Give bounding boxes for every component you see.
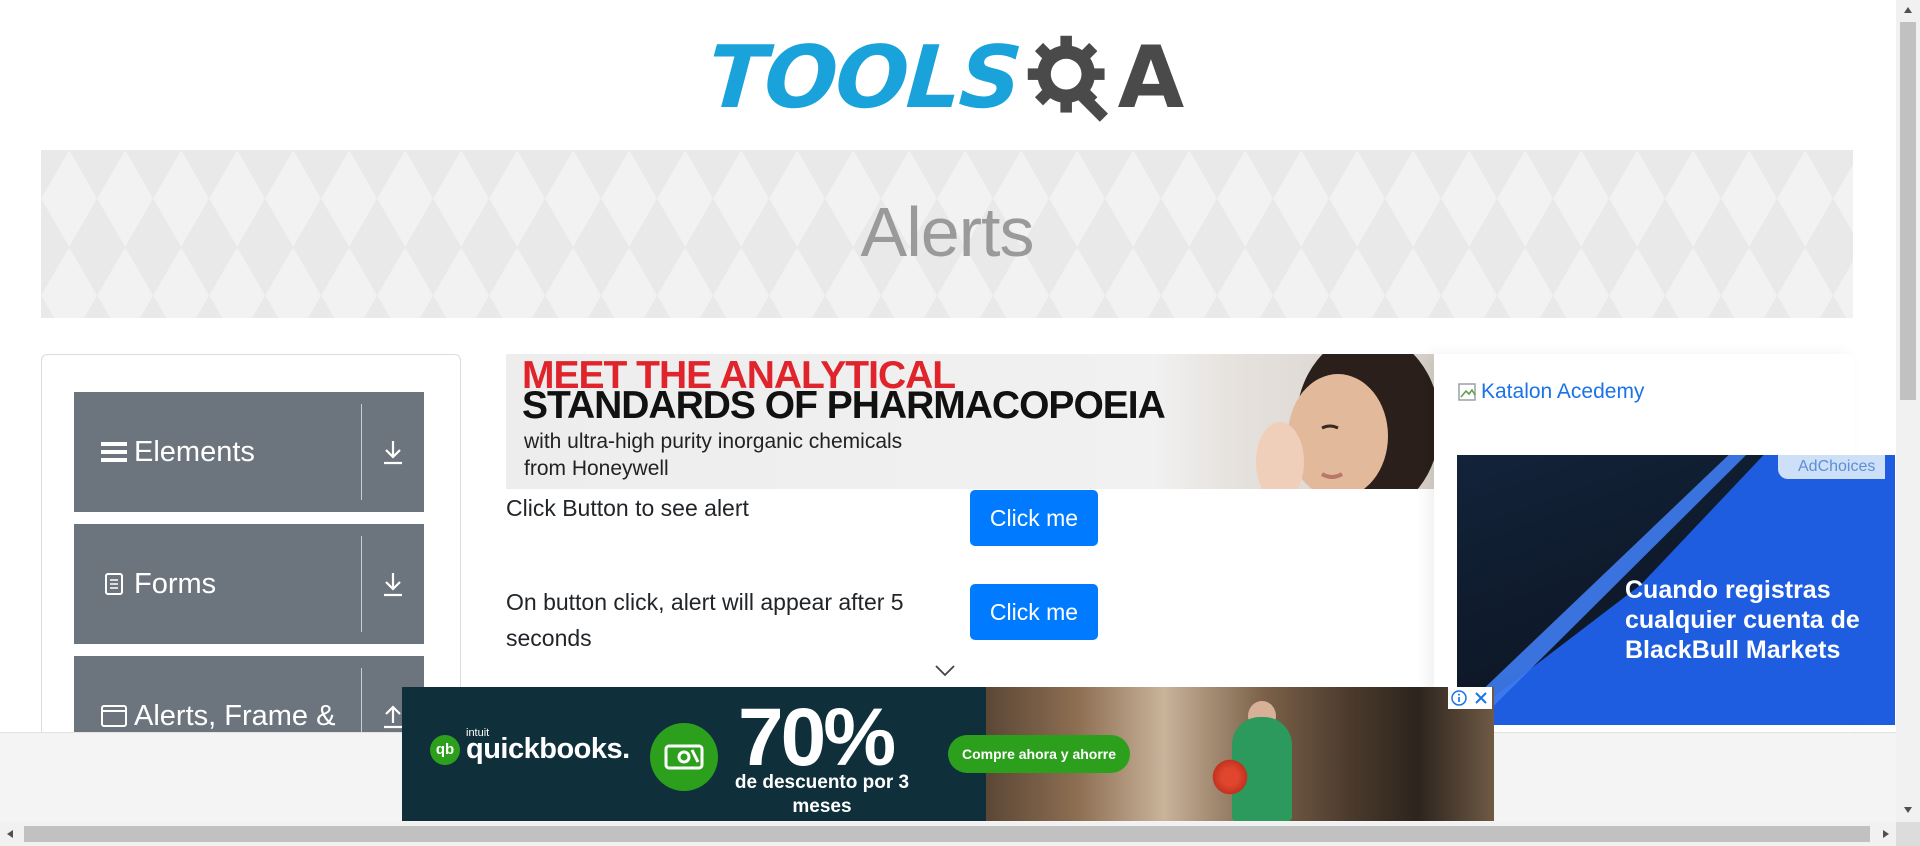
quickbooks-label: quickbooks. xyxy=(466,733,630,765)
scrollbar-corner xyxy=(1896,822,1920,846)
katalon-broken-image-link[interactable]: Katalon Acedemy xyxy=(1457,380,1644,404)
alert-button[interactable]: Click me xyxy=(970,490,1098,546)
group-label: Forms xyxy=(134,567,217,600)
ad-subtext-line-1: with ultra-high purity inorganic chemica… xyxy=(524,430,903,453)
ad-blackbull-markets[interactable]: Cuando registras cualquier cuenta de Bla… xyxy=(1457,455,1895,725)
ad-woman-photo xyxy=(1256,354,1434,489)
horizontal-scroll-thumb[interactable] xyxy=(24,826,1870,842)
page-title: Alerts xyxy=(860,193,1035,271)
download-icon[interactable] xyxy=(362,392,424,512)
download-icon[interactable] xyxy=(362,524,424,644)
group-header[interactable]: Forms xyxy=(74,524,362,644)
page-banner: Alerts xyxy=(41,150,1853,318)
discount-description: de descuento por 3 meses xyxy=(734,772,910,817)
toolsqa-logo[interactable]: TOOLS A xyxy=(704,22,1192,134)
chevron-down-icon[interactable] xyxy=(934,664,956,678)
alert-description-1: Click Button to see alert xyxy=(506,495,749,521)
qb-logo-icon: qb xyxy=(430,734,460,765)
ad-flowers xyxy=(1210,757,1250,797)
buy-now-button[interactable]: Compre ahora y ahorre xyxy=(948,735,1130,773)
scroll-left-arrow-icon[interactable] xyxy=(6,829,14,839)
ad-headline-2: STANDARDS OF PHARMACOPOEIA xyxy=(522,384,1166,427)
hamburger-icon xyxy=(100,438,128,466)
ad-info-icon[interactable] xyxy=(1448,687,1470,709)
logo-tools-text: TOOLS xyxy=(704,28,1024,128)
quickbooks-logo: qb intuit quickbooks. xyxy=(430,727,630,766)
group-label: Alerts, Frame & xyxy=(134,699,336,732)
vertical-scroll-thumb[interactable] xyxy=(1900,22,1916,400)
window-icon xyxy=(100,702,128,730)
intuit-label: intuit xyxy=(466,727,490,739)
ad-quickbooks[interactable]: qb intuit quickbooks. 70% de descuento p… xyxy=(402,687,1494,821)
timer-alert-description: On button click, alert will appear after… xyxy=(506,589,904,651)
scroll-up-arrow-icon[interactable] xyxy=(1903,6,1913,14)
scroll-right-arrow-icon[interactable] xyxy=(1882,829,1890,839)
ad-text: Cuando registras cualquier cuenta de Bla… xyxy=(1625,576,1860,664)
ad-subtext-line-2: from Honeywell xyxy=(524,457,669,480)
scroll-down-arrow-icon[interactable] xyxy=(1903,806,1913,814)
vertical-scrollbar[interactable] xyxy=(1896,0,1920,822)
group-header[interactable]: Elements xyxy=(74,392,362,512)
menu-group-forms[interactable]: Forms xyxy=(74,524,424,644)
gear-magnifier-icon xyxy=(1027,35,1108,122)
ad-close-icon[interactable] xyxy=(1470,687,1492,709)
timer-alert-button[interactable]: Click me xyxy=(970,584,1098,640)
ad-banner-honeywell[interactable]: MEET THE ANALYTICAL STANDARDS OF PHARMAC… xyxy=(506,354,1434,489)
broken-image-alt-text: Katalon Acedemy xyxy=(1481,380,1645,403)
broken-image-icon xyxy=(1458,383,1476,401)
document-icon xyxy=(100,570,128,598)
money-icon xyxy=(650,723,718,791)
logo-a-text: A xyxy=(1117,28,1185,128)
group-label: Elements xyxy=(134,435,255,468)
ad-subtext: with ultra-high purity inorganic chemica… xyxy=(524,428,902,482)
adchoices-label[interactable]: AdChoices xyxy=(1778,455,1886,479)
menu-group-elements[interactable]: Elements xyxy=(74,392,424,512)
horizontal-scrollbar[interactable] xyxy=(0,822,1896,846)
